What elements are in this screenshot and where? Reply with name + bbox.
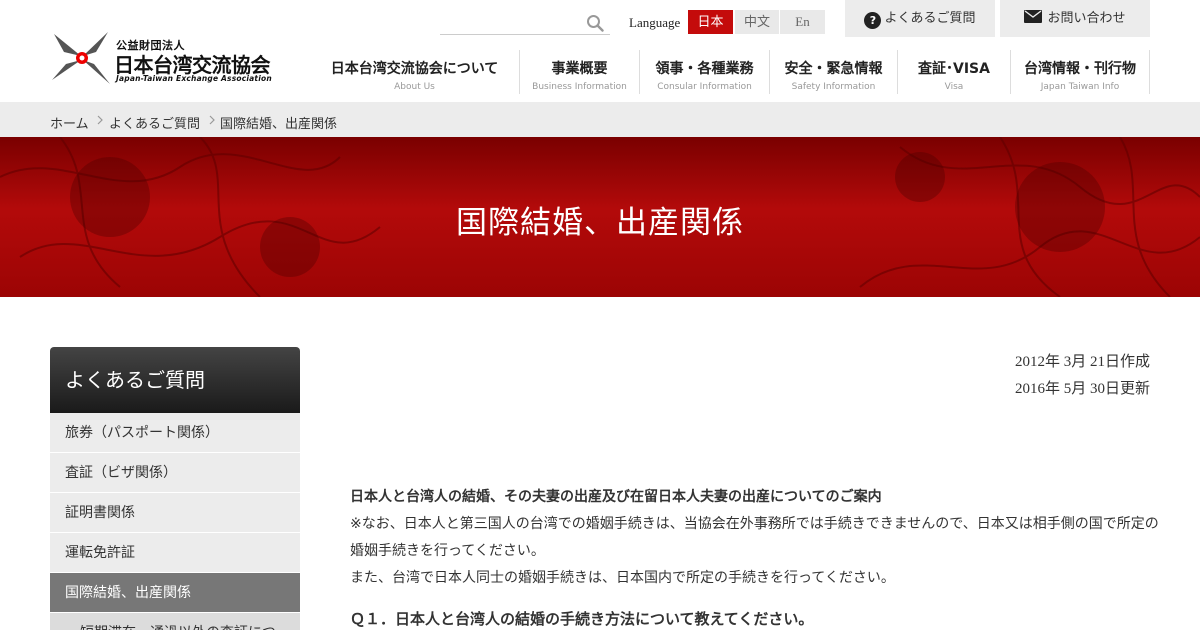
nav-sublabel: Consular Information [657, 82, 752, 92]
chevron-right-icon [209, 115, 215, 125]
main-content: 日本人と台湾人の結婚、その夫妻の出産及び在留日本人夫妻の出産についてのご案内 ※… [350, 484, 1160, 630]
sidebar-subitem[interactable]: 短期滞在、通過以外の査証につ [50, 613, 300, 630]
nav-label: 安全・緊急情報 [784, 61, 883, 77]
page-dates: 2012年 3月 21日作成 2016年 5月 30日更新 [900, 349, 1150, 403]
logo-mark-icon [52, 32, 110, 84]
created-date: 2012年 3月 21日作成 [1014, 354, 1150, 370]
content-lead: 日本人と台湾人の結婚、その夫妻の出産及び在留日本人夫妻の出産についてのご案内 [350, 489, 882, 505]
search-input[interactable] [440, 11, 580, 33]
breadcrumb-faq[interactable]: よくあるご質問 [109, 113, 200, 132]
page-title: 国際結婚、出産関係 [456, 205, 744, 241]
content-note: ※なお、日本人と第三国人の台湾での婚姻手続きは、当協会在外事務所では手続きできま… [350, 516, 1159, 559]
content-note: また、台湾で日本人同士の婚姻手続きは、日本国内で所定の手続きを行ってください。 [350, 570, 895, 586]
site-header: 公益財団法人 日本台湾交流協会 Japan-Taiwan Exchange As… [0, 0, 1200, 102]
nav-consular[interactable]: 領事・各種業務 Consular Information [640, 50, 770, 94]
nav-label: 領事・各種業務 [655, 61, 754, 77]
breadcrumb-current: 国際結婚、出産関係 [220, 117, 338, 132]
nav-sublabel: Visa [944, 82, 964, 92]
nav-label: 事業概要 [551, 61, 608, 77]
nav-safety[interactable]: 安全・緊急情報 Safety Information [770, 50, 898, 94]
nav-label: 査証･VISA [918, 61, 990, 77]
page-hero: 国際結婚、出産関係 [0, 137, 1200, 297]
nav-label: 台湾情報・刊行物 [1024, 61, 1136, 77]
language-ja-button[interactable]: 日本 [688, 10, 733, 34]
sidebar: よくあるご質問 旅券（パスポート関係） 査証（ビザ関係） 証明書関係 運転免許証… [50, 347, 300, 630]
contact-link[interactable]: お問い合わせ [1000, 0, 1150, 37]
sidebar-item-visa[interactable]: 査証（ビザ関係） [50, 453, 300, 493]
nav-taiwan-info[interactable]: 台湾情報・刊行物 Japan Taiwan Info [1011, 50, 1150, 94]
nav-visa[interactable]: 査証･VISA Visa [898, 50, 1011, 94]
mail-icon [1024, 10, 1043, 23]
faq-link-label: よくあるご質問 [884, 11, 976, 26]
language-en-button[interactable]: En [780, 10, 825, 34]
nav-sublabel: Japan Taiwan Info [1040, 82, 1120, 92]
nav-sublabel: Business Information [532, 82, 627, 92]
question-icon: ? [864, 12, 882, 29]
nav-label: 日本台湾交流協会について [330, 61, 499, 77]
nav-sublabel: Safety Information [791, 82, 876, 92]
nav-sublabel: About Us [394, 82, 435, 92]
question-heading: Ｑ１．日本人と台湾人の結婚の手続き方法について教えてください。 [350, 610, 814, 628]
updated-date: 2016年 5月 30日更新 [1014, 381, 1150, 397]
breadcrumb: ホーム よくあるご質問 国際結婚、出産関係 [0, 102, 1200, 137]
site-logo[interactable]: 公益財団法人 日本台湾交流協会 Japan-Taiwan Exchange As… [50, 30, 282, 86]
language-zh-button[interactable]: 中文 [735, 10, 779, 34]
chevron-right-icon [97, 115, 103, 125]
contact-link-label: お問い合わせ [1047, 11, 1126, 26]
logo-en: Japan-Taiwan Exchange Association [116, 74, 272, 83]
breadcrumb-home[interactable]: ホーム [50, 113, 89, 132]
sidebar-item-certificates[interactable]: 証明書関係 [50, 493, 300, 533]
nav-about[interactable]: 日本台湾交流協会について About Us [310, 50, 520, 94]
sidebar-title: よくあるご質問 [50, 347, 300, 413]
sidebar-item-passport[interactable]: 旅券（パスポート関係） [50, 413, 300, 453]
language-label: Language [629, 15, 681, 30]
search-icon[interactable] [586, 14, 604, 32]
search-box [440, 11, 610, 35]
nav-business[interactable]: 事業概要 Business Information [520, 50, 640, 94]
sidebar-item-driver-license[interactable]: 運転免許証 [50, 533, 300, 573]
sidebar-item-marriage-birth[interactable]: 国際結婚、出産関係 [50, 573, 300, 613]
faq-link[interactable]: ? よくあるご質問 [845, 0, 995, 37]
